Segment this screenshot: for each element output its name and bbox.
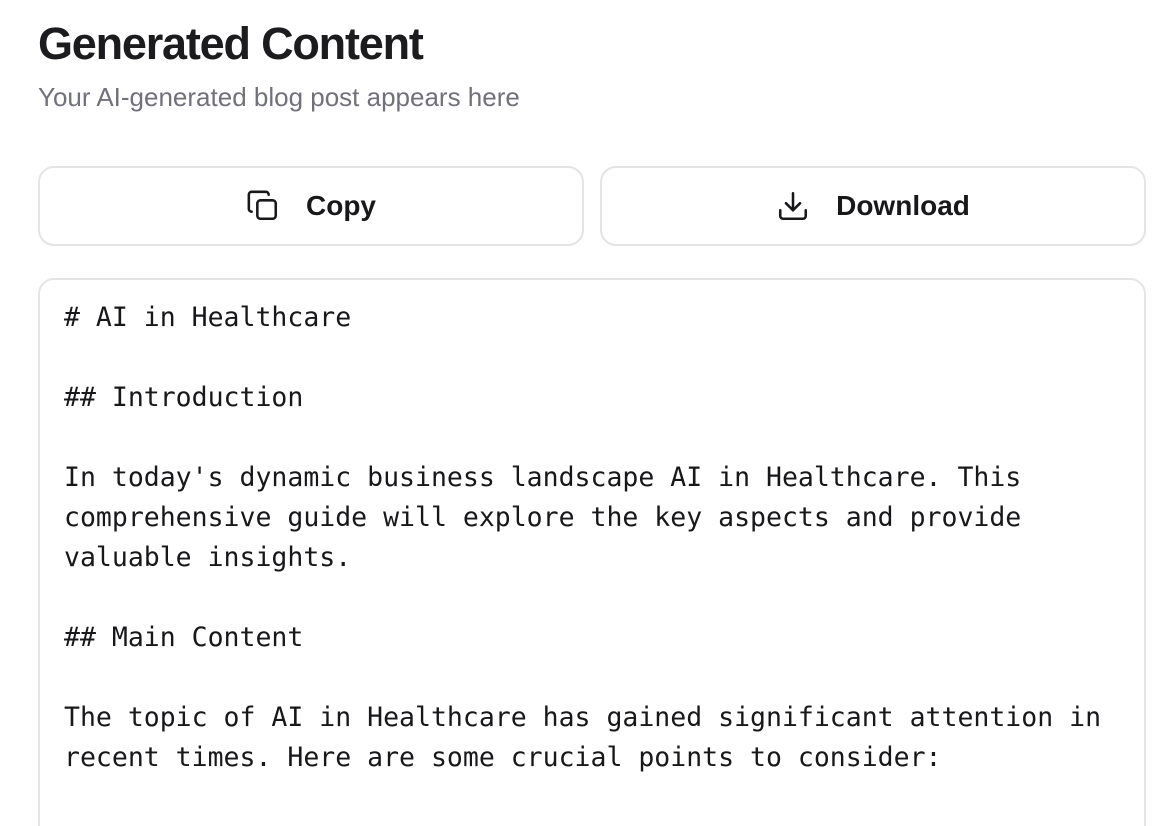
copy-button[interactable]: Copy [38,166,584,246]
action-bar: Copy Download [38,166,1146,246]
page-subtitle: Your AI-generated blog post appears here [38,82,520,112]
copy-button-label: Copy [306,190,376,221]
download-button-label: Download [836,190,970,221]
page-header: Generated Content Your AI-generated blog… [38,16,520,114]
download-button[interactable]: Download [600,166,1146,246]
download-icon [776,189,810,223]
generated-content-panel[interactable]: # AI in Healthcare ## Introduction In to… [38,278,1146,826]
generated-content-text[interactable]: # AI in Healthcare ## Introduction In to… [64,298,1120,826]
copy-icon [246,189,280,223]
page-title: Generated Content [38,18,424,69]
